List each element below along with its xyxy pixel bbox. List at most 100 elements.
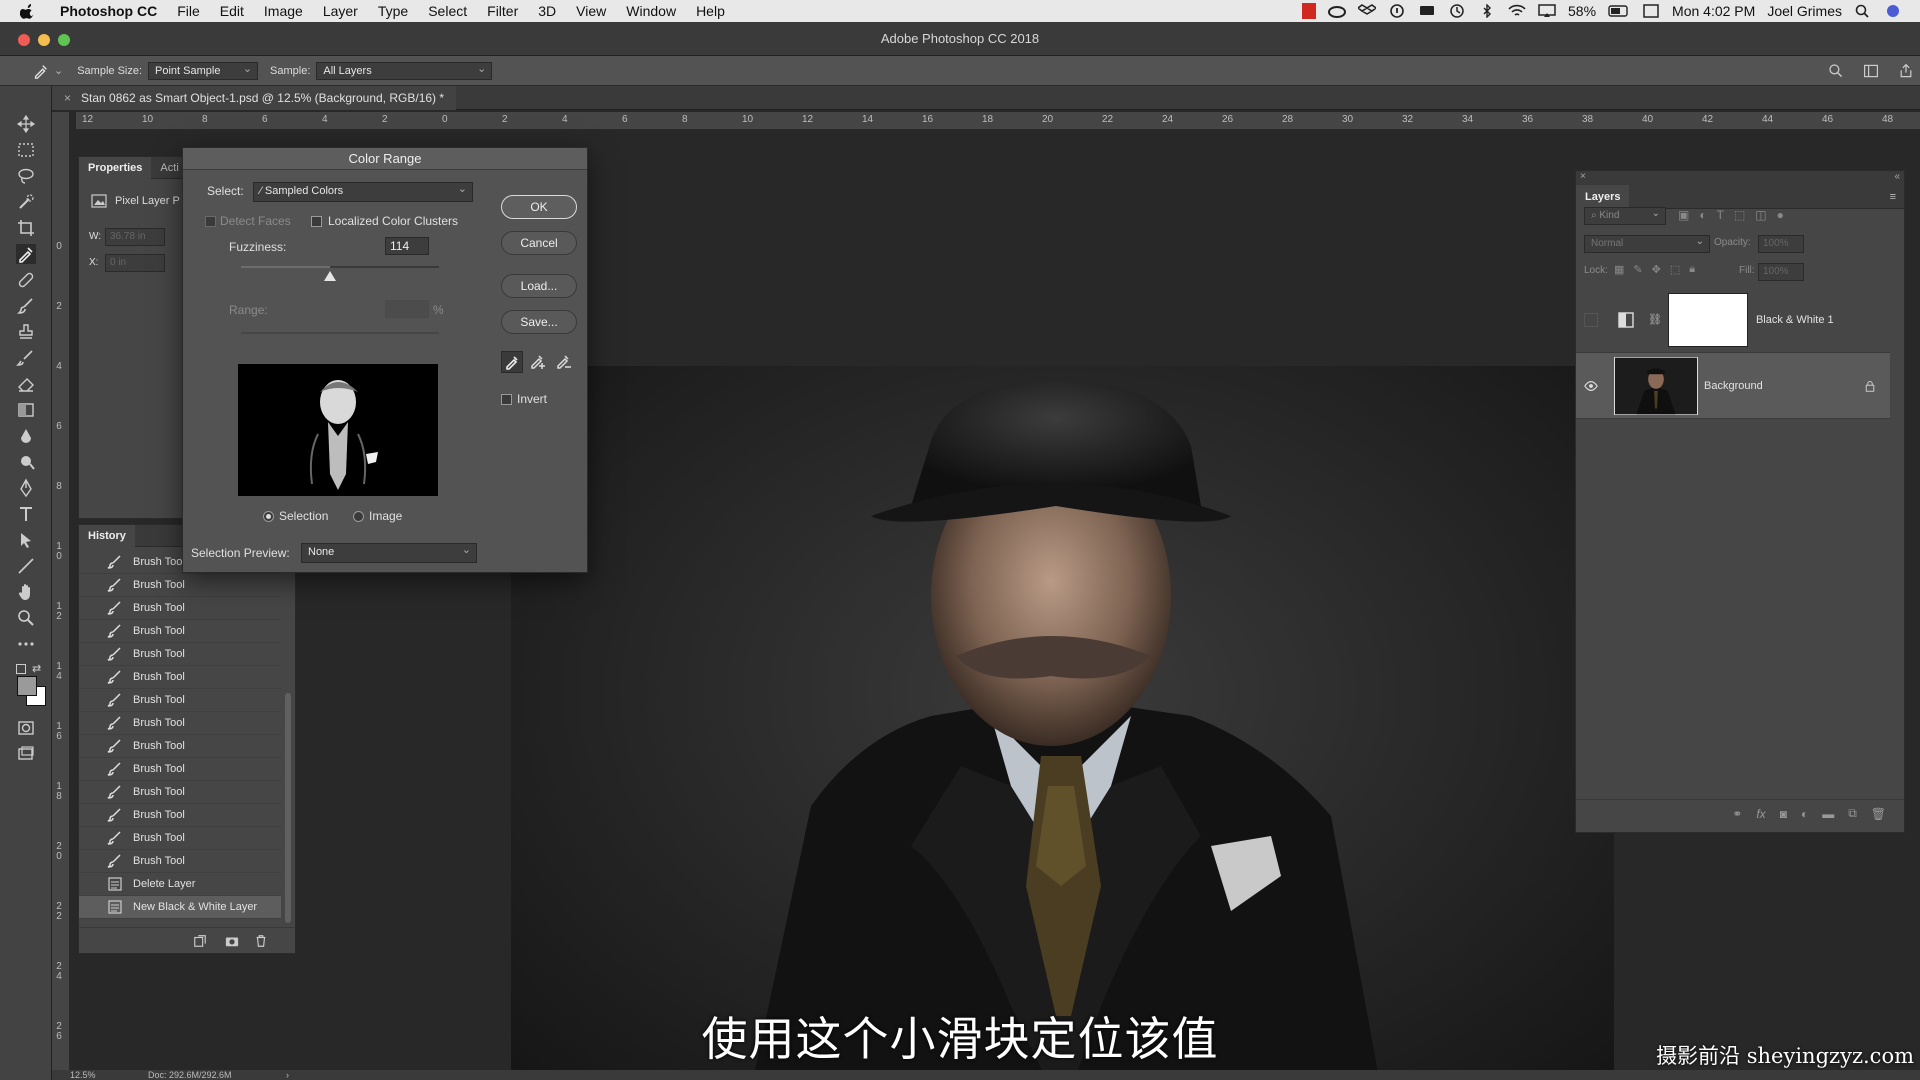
vertical-ruler[interactable]: 024681 01 21 41 61 82 02 22 42 6: [52, 112, 70, 1072]
lock-all-icon[interactable]: 🔒︎: [1689, 263, 1695, 276]
eraser-tool[interactable]: [16, 374, 36, 394]
eyedropper-button[interactable]: [501, 351, 523, 373]
document-tab[interactable]: × Stan 0862 as Smart Object-1.psd @ 12.5…: [52, 85, 457, 110]
move-tool[interactable]: [16, 114, 36, 134]
history-item[interactable]: Brush Tool: [79, 689, 281, 712]
quick-mask-button[interactable]: [16, 718, 36, 738]
filter-shape-icon[interactable]: ⬚: [1734, 208, 1745, 222]
delete-layer-icon[interactable]: 🗑︎: [1871, 807, 1886, 821]
filter-adjustment-icon[interactable]: ◐: [1699, 208, 1706, 222]
dodge-tool[interactable]: [16, 452, 36, 472]
battery-percent[interactable]: 58%: [1568, 3, 1596, 19]
history-item[interactable]: Brush Tool: [79, 804, 281, 827]
save-button[interactable]: Save...: [501, 310, 577, 334]
pen-tool[interactable]: [16, 478, 36, 498]
history-scrollbar[interactable]: [285, 693, 291, 923]
image-radio[interactable]: [353, 511, 364, 522]
history-item[interactable]: Brush Tool: [79, 735, 281, 758]
lock-artboard-icon[interactable]: ⬚: [1670, 263, 1680, 276]
layer-row-background[interactable]: Background: [1576, 353, 1890, 419]
subtract-from-sample-button[interactable]: [553, 351, 575, 373]
history-item[interactable]: Brush Tool: [79, 597, 281, 620]
menu-3d[interactable]: 3D: [528, 3, 566, 19]
width-input[interactable]: 36.78 in: [105, 228, 165, 246]
filter-smart-object-icon[interactable]: ◫: [1755, 208, 1766, 222]
menu-filter[interactable]: Filter: [477, 3, 528, 19]
link-layers-icon[interactable]: ⚭: [1732, 807, 1742, 821]
lasso-tool[interactable]: [16, 166, 36, 186]
menu-help[interactable]: Help: [686, 3, 735, 19]
workspace-icon[interactable]: [1862, 63, 1880, 79]
battery-icon[interactable]: [1608, 4, 1630, 18]
zoom-window-button[interactable]: [58, 34, 70, 46]
screen-mode-button[interactable]: [16, 744, 36, 764]
collapse-panel-icon[interactable]: «: [1894, 171, 1900, 182]
history-item[interactable]: Brush Tool: [79, 850, 281, 873]
more-tools[interactable]: [16, 634, 36, 654]
info-icon[interactable]: [1388, 4, 1406, 18]
default-colors-icon[interactable]: [16, 664, 26, 674]
fuzziness-slider-thumb[interactable]: [324, 271, 337, 281]
eyedropper-tool-preset-icon[interactable]: [32, 62, 50, 80]
search-icon[interactable]: [1828, 63, 1844, 79]
tab-layers[interactable]: Layers: [1576, 184, 1630, 209]
sample-select[interactable]: All Layers: [316, 61, 493, 80]
fuzziness-input[interactable]: 114: [385, 237, 429, 255]
blend-mode-select[interactable]: Normal: [1584, 234, 1710, 253]
camera-snapshot-icon[interactable]: [225, 934, 239, 948]
trash-icon[interactable]: [254, 934, 268, 948]
time-machine-icon[interactable]: [1448, 4, 1466, 18]
menu-image[interactable]: Image: [254, 3, 313, 19]
menu-view[interactable]: View: [566, 3, 616, 19]
history-brush-tool[interactable]: [16, 348, 36, 368]
document-size[interactable]: Doc: 292.6M/292.6M: [148, 1070, 232, 1080]
sample-size-select[interactable]: Point Sample: [148, 61, 259, 80]
notifications-icon[interactable]: [1418, 4, 1436, 18]
history-item[interactable]: Brush Tool: [79, 643, 281, 666]
opacity-input[interactable]: 100%: [1758, 235, 1804, 253]
close-window-button[interactable]: [18, 34, 30, 46]
foreground-color-swatch[interactable]: [17, 676, 37, 696]
menu-select[interactable]: Select: [418, 3, 477, 19]
history-item[interactable]: Brush Tool: [79, 666, 281, 689]
status-expand-icon[interactable]: ›: [286, 1070, 289, 1080]
filter-type-icon[interactable]: T: [1717, 208, 1724, 222]
new-group-icon[interactable]: ▬: [1822, 807, 1834, 821]
visibility-toggle-off[interactable]: [1584, 312, 1598, 327]
crop-tool[interactable]: [16, 218, 36, 238]
menu-edit[interactable]: Edit: [210, 3, 254, 19]
close-document-icon[interactable]: ×: [64, 91, 71, 105]
background-layer-thumbnail[interactable]: [1614, 356, 1698, 415]
history-item[interactable]: Brush Tool: [79, 620, 281, 643]
menu-type[interactable]: Type: [368, 3, 418, 19]
tab-properties[interactable]: Properties: [79, 156, 152, 179]
apple-icon[interactable]: [20, 3, 36, 19]
line-tool[interactable]: [16, 556, 36, 576]
cancel-button[interactable]: Cancel: [501, 231, 577, 255]
range-input[interactable]: [385, 300, 429, 318]
gradient-tool[interactable]: [16, 400, 36, 420]
hand-tool[interactable]: [16, 582, 36, 602]
wifi-icon[interactable]: [1508, 4, 1526, 18]
new-adjustment-layer-icon[interactable]: ◐: [1801, 807, 1808, 821]
history-item[interactable]: Delete Layer: [79, 873, 281, 896]
bluetooth-icon[interactable]: [1478, 4, 1496, 18]
history-item[interactable]: Brush Tool: [79, 781, 281, 804]
tool-preset-chevron-icon[interactable]: ⌄: [54, 64, 63, 77]
menu-window[interactable]: Window: [616, 3, 686, 19]
recording-icon[interactable]: [1302, 3, 1317, 19]
history-item[interactable]: Brush Tool: [79, 827, 281, 850]
close-panel-icon[interactable]: ×: [1580, 171, 1586, 182]
portrait-photo[interactable]: [511, 366, 1614, 1080]
localized-color-clusters-checkbox[interactable]: [311, 216, 322, 227]
clone-stamp-tool[interactable]: [16, 322, 36, 342]
calendar-icon[interactable]: [1642, 4, 1660, 18]
fuzziness-slider-track[interactable]: [241, 266, 439, 268]
menubar-clock[interactable]: Mon 4:02 PM: [1672, 3, 1755, 19]
x-input[interactable]: 0 in: [105, 254, 165, 272]
selection-radio[interactable]: [263, 511, 274, 522]
ok-button[interactable]: OK: [501, 195, 577, 219]
menu-layer[interactable]: Layer: [313, 3, 368, 19]
new-document-from-state-icon[interactable]: [193, 934, 207, 948]
history-item[interactable]: Brush Tool: [79, 574, 281, 597]
